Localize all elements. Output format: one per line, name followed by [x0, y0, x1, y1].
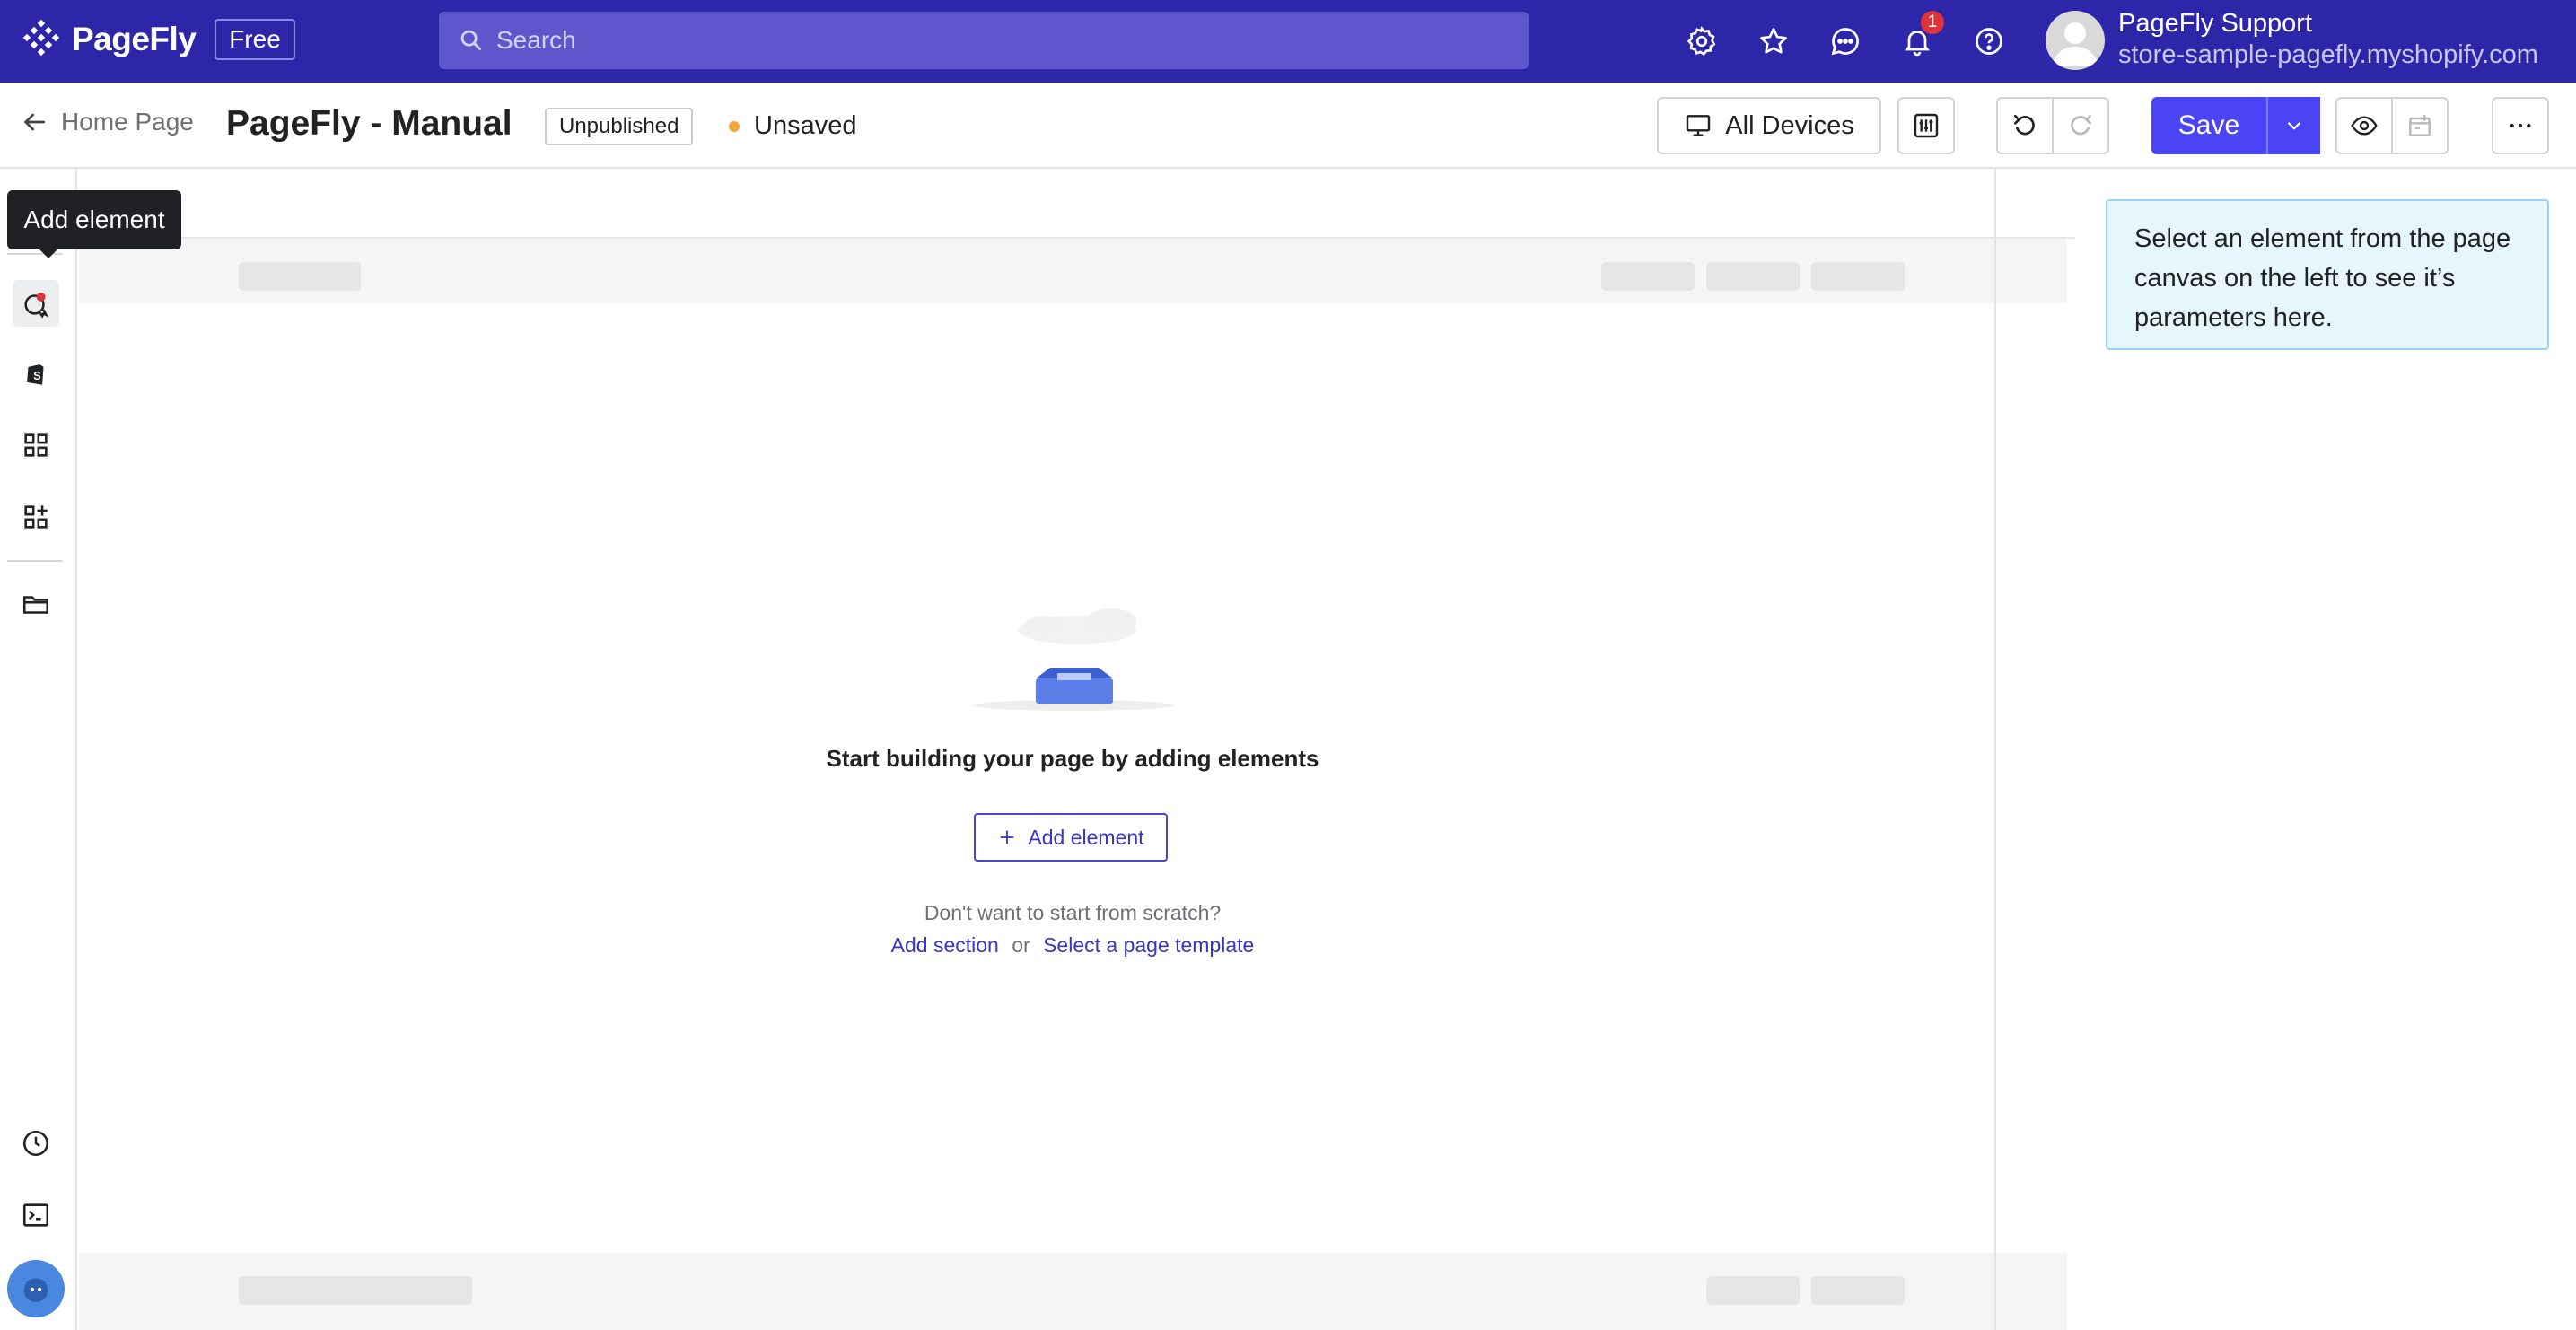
nav-placeholder — [1601, 262, 1695, 291]
undo-icon — [2014, 115, 2035, 136]
sliders-icon — [1914, 113, 1939, 138]
shopify-button[interactable]: S — [16, 354, 56, 393]
scratch-prompt: Don't want to start from scratch? — [924, 901, 1222, 924]
notifications-button[interactable]: 1 — [1896, 9, 1946, 63]
save-label: Save — [2177, 110, 2240, 140]
support-chat-button[interactable] — [7, 1260, 65, 1317]
terminal-icon — [22, 1203, 49, 1227]
page-settings-button[interactable] — [1897, 97, 1955, 154]
theme-footer-placeholder — [79, 1253, 2067, 1330]
inspector-panel: Select an element from the page canvas o… — [2077, 169, 2576, 1330]
add-element-icon — [24, 292, 49, 319]
search-bar[interactable] — [439, 12, 1529, 69]
add-element-tooltip: Add element — [7, 190, 181, 258]
plus-icon — [1001, 830, 1014, 844]
shopify-icon: S — [27, 364, 44, 385]
device-selector-button[interactable]: All Devices — [1657, 97, 1881, 154]
desktop-icon — [1687, 115, 1711, 136]
footer-link-placeholder — [1706, 1276, 1800, 1305]
help-button[interactable] — [1967, 20, 2011, 63]
sections-button[interactable] — [16, 425, 56, 465]
left-sidebar: S — [0, 169, 77, 1330]
integrations-button[interactable] — [16, 497, 56, 537]
canvas-divider — [1994, 169, 1996, 1330]
chat-bubble-icon — [23, 1278, 48, 1302]
svg-text:S: S — [33, 369, 41, 382]
arrow-left-icon — [23, 113, 45, 131]
page-title: PageFly - Manual — [226, 104, 513, 143]
user-avatar[interactable] — [2046, 11, 2105, 70]
preview-button[interactable] — [2335, 97, 2393, 154]
more-actions-button[interactable] — [2492, 97, 2549, 154]
star-icon — [1760, 28, 1787, 54]
notification-count-badge: 1 — [1919, 9, 1946, 36]
settings-icon — [1687, 26, 1716, 57]
empty-box-illustration — [973, 608, 1174, 711]
store-domain[interactable]: store-sample-pagefly.myshopify.com — [2118, 40, 2538, 70]
clock-icon — [22, 1130, 49, 1157]
theme-header-placeholder — [79, 239, 2067, 303]
add-element-button[interactable]: Add element — [974, 813, 1168, 862]
folder-icon — [22, 596, 49, 614]
publish-status-badge: Unpublished — [545, 108, 694, 145]
or-separator: or — [1012, 933, 1030, 957]
grid-icon — [24, 433, 48, 457]
user-name[interactable]: PageFly Support — [2118, 9, 2312, 39]
add-section-link[interactable]: Add section — [891, 933, 999, 957]
publish-button[interactable] — [2391, 97, 2449, 154]
help-icon — [1976, 28, 2002, 55]
footer-link-placeholder — [1811, 1276, 1905, 1305]
add-element-label: Add element — [1028, 825, 1144, 849]
more-icon — [2510, 123, 2531, 128]
app-name: PageFly — [72, 21, 197, 57]
favorites-button[interactable] — [1752, 20, 1795, 63]
code-button[interactable] — [16, 1195, 56, 1235]
user-icon — [2053, 22, 2098, 66]
plan-badge[interactable]: Free — [215, 19, 295, 60]
select-template-link[interactable]: Select a page template — [1043, 933, 1254, 957]
pagefly-logo-icon — [22, 19, 60, 57]
footer-text-placeholder — [239, 1276, 472, 1305]
nav-placeholder — [1706, 262, 1800, 291]
search-input[interactable] — [495, 25, 1482, 56]
history-button[interactable] — [16, 1124, 56, 1163]
empty-state-title: Start building your page by adding eleme… — [826, 745, 1319, 772]
publish-icon — [2409, 115, 2431, 136]
files-button[interactable] — [16, 585, 56, 625]
add-element-sidebar-button[interactable] — [13, 280, 59, 327]
grid-plus-icon — [24, 505, 48, 529]
chat-button[interactable] — [1824, 20, 1867, 63]
nav-placeholder — [1811, 262, 1905, 291]
back-label: Home Page — [61, 108, 194, 136]
save-options-dropdown[interactable] — [2266, 97, 2320, 154]
app-logo[interactable]: PageFly — [20, 18, 197, 61]
inspector-hint: Select an element from the page canvas o… — [2106, 199, 2549, 350]
settings-button[interactable] — [1680, 20, 1723, 63]
chat-icon — [1831, 28, 1859, 56]
top-navigation-bar: PageFly Free 1 PageFly Support store-sam… — [0, 0, 2576, 83]
alternative-actions: Add section or Select a page template — [736, 933, 1409, 958]
unsaved-dot-icon — [729, 120, 740, 132]
back-to-home-link[interactable]: Home Page — [20, 108, 194, 136]
search-icon — [460, 30, 482, 51]
redo-icon — [2071, 115, 2091, 136]
eye-icon — [2351, 116, 2378, 136]
redo-button[interactable] — [2052, 97, 2109, 154]
sidebar-divider — [7, 560, 63, 562]
chevron-down-icon — [2287, 121, 2301, 130]
editor-header: Home Page PageFly - Manual Unpublished U… — [0, 83, 2576, 169]
save-status-label: Unsaved — [754, 111, 857, 140]
save-status: Unsaved — [729, 111, 856, 141]
device-selector-label: All Devices — [1725, 110, 1854, 140]
logo-placeholder — [239, 262, 361, 291]
undo-button[interactable] — [1996, 97, 2054, 154]
